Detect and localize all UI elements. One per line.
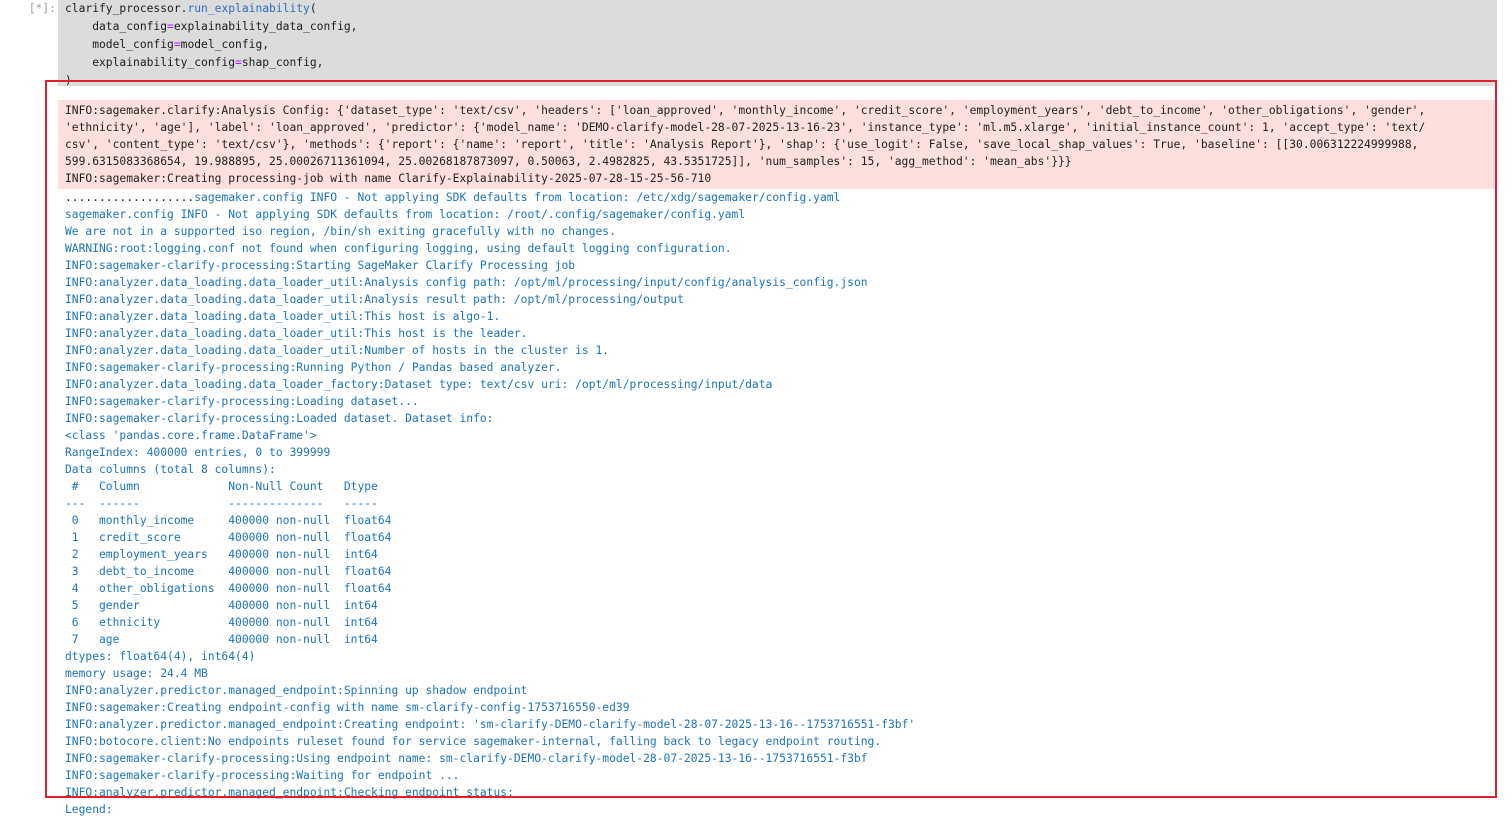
output-line: We are not in a supported iso region, /b…	[65, 225, 616, 238]
output-line: 0 monthly_income 400000 non-null float64	[65, 514, 392, 527]
output-line: <class 'pandas.core.frame.DataFrame'>	[65, 429, 317, 442]
code-arg-value: model_config,	[180, 38, 270, 51]
output-line: memory usage: 24.4 MB	[65, 667, 208, 680]
output-line: Legend:	[65, 803, 113, 816]
stderr-line: 'ethnicity', 'age'], 'label': 'loan_appr…	[65, 121, 1426, 134]
output-line: INFO:analyzer.data_loading.data_loader_f…	[65, 378, 773, 391]
code-line: data_config=explainability_data_config,	[65, 18, 1497, 36]
code-object: clarify_processor.	[65, 2, 188, 15]
code-operator: =	[235, 56, 242, 69]
output-line: dtypes: float64(4), int64(4)	[65, 650, 256, 663]
code-line: explainability_config=shap_config,	[65, 54, 1497, 72]
stderr-output: INFO:sagemaker.clarify:Analysis Config: …	[58, 100, 1497, 189]
stdout-output: ...................sagemaker.config INFO…	[58, 189, 1497, 818]
output-text: sagemaker.config INFO - Not applying SDK…	[194, 191, 841, 204]
output-line: 1 credit_score 400000 non-null float64	[65, 531, 392, 544]
code-arg-key: data_config	[65, 20, 168, 33]
output-line: # Column Non-Null Count Dtype	[65, 480, 392, 493]
output-line: INFO:sagemaker-clarify-processing:Runnin…	[65, 361, 562, 374]
output-line: RangeIndex: 400000 entries, 0 to 399999	[65, 446, 331, 459]
code-paren: (	[309, 2, 317, 15]
execution-prompt: [*]:	[28, 2, 56, 15]
code-function: run_explainability	[187, 2, 310, 15]
code-line: model_config=model_config,	[65, 36, 1497, 54]
code-operator: =	[167, 20, 174, 33]
output-line: Data columns (total 8 columns):	[65, 463, 276, 476]
output-line: 2 employment_years 400000 non-null int64	[65, 548, 392, 561]
code-line: clarify_processor.run_explainability(	[65, 0, 1497, 18]
output-line: INFO:analyzer.data_loading.data_loader_u…	[65, 293, 684, 306]
output-line: INFO:analyzer.predictor.managed_endpoint…	[65, 718, 916, 731]
stderr-line: INFO:sagemaker.clarify:Analysis Config: …	[65, 104, 1426, 117]
output-line: INFO:sagemaker:Creating endpoint-config …	[65, 701, 630, 714]
output-line: INFO:botocore.client:No endpoints rulese…	[65, 735, 882, 748]
output-line: WARNING:root:logging.conf not found when…	[65, 242, 732, 255]
output-line: INFO:analyzer.data_loading.data_loader_u…	[65, 310, 501, 323]
output-line: INFO:sagemaker-clarify-processing:Using …	[65, 752, 868, 765]
output-line: INFO:analyzer.predictor.managed_endpoint…	[65, 786, 514, 799]
stderr-line: INFO:sagemaker:Creating processing-job w…	[65, 172, 712, 185]
output-line: INFO:sagemaker-clarify-processing:Waitin…	[65, 769, 460, 782]
code-line: )	[65, 72, 1497, 90]
stderr-line: 599.6315083368654, 19.988895, 25.0002671…	[65, 155, 1072, 168]
cell-output: INFO:sagemaker.clarify:Analysis Config: …	[58, 100, 1497, 818]
output-line: INFO:analyzer.data_loading.data_loader_u…	[65, 327, 528, 340]
output-line: INFO:sagemaker-clarify-processing:Loaded…	[65, 412, 494, 425]
stderr-line: csv', 'content_type': 'text/csv'}, 'meth…	[65, 138, 1419, 151]
progress-dots: ...................	[65, 191, 195, 204]
output-line: sagemaker.config INFO - Not applying SDK…	[65, 208, 746, 221]
code-arg-key: explainability_config	[65, 56, 236, 69]
output-line: INFO:analyzer.data_loading.data_loader_u…	[65, 276, 868, 289]
code-close-paren: )	[65, 74, 72, 87]
output-line: 5 gender 400000 non-null int64	[65, 599, 392, 612]
code-arg-key: model_config	[65, 38, 174, 51]
output-line: 7 age 400000 non-null int64	[65, 633, 392, 646]
output-line: INFO:sagemaker-clarify-processing:Starti…	[65, 259, 576, 272]
code-input-cell[interactable]: clarify_processor.run_explainability( da…	[58, 0, 1497, 87]
output-line: 3 debt_to_income 400000 non-null float64	[65, 565, 392, 578]
output-line: INFO:analyzer.predictor.managed_endpoint…	[65, 684, 528, 697]
code-arg-value: shap_config,	[241, 56, 324, 69]
output-line: --- ------ -------------- -----	[65, 497, 392, 510]
output-line: INFO:sagemaker-clarify-processing:Loadin…	[65, 395, 419, 408]
code-operator: =	[173, 38, 181, 51]
output-line: INFO:analyzer.data_loading.data_loader_u…	[65, 344, 610, 357]
output-line: 6 ethnicity 400000 non-null int64	[65, 616, 392, 629]
output-line: ...................sagemaker.config INFO…	[65, 189, 1497, 206]
code-arg-value: explainability_data_config,	[173, 20, 358, 33]
output-line: 4 other_obligations 400000 non-null floa…	[65, 582, 392, 595]
